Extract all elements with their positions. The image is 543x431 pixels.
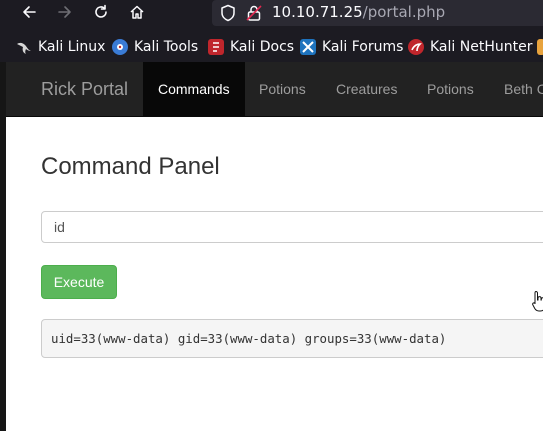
bookmark-kali-docs[interactable]: Kali Docs	[208, 37, 294, 57]
navbar-brand[interactable]: Rick Portal	[41, 79, 128, 100]
nav-item-potions-2[interactable]: Potions	[412, 62, 489, 116]
browser-toolbar: 10.10.71.25/portal.php	[0, 0, 543, 26]
bookmarks-bar: Kali Linux Kali Tools Kali Docs Kali For…	[0, 32, 543, 62]
bookmark-label: Kali NetHunter	[430, 39, 533, 55]
bookmark-kali-linux[interactable]: Kali Linux	[16, 37, 105, 57]
bookmark-kali-forums[interactable]: Kali Forums	[300, 37, 403, 57]
bookmark-overflow-icon[interactable]	[537, 37, 543, 57]
kali-nethunter-icon	[408, 39, 424, 55]
command-input[interactable]	[41, 211, 543, 243]
url-path: /portal.php	[362, 3, 446, 21]
kali-forums-icon	[300, 39, 316, 55]
nav-item-beth[interactable]: Beth C	[489, 62, 543, 116]
bookmark-label: Kali Tools	[134, 39, 199, 55]
execute-button[interactable]: Execute	[41, 265, 117, 299]
bookmark-kali-nethunter[interactable]: Kali NetHunter	[408, 37, 532, 57]
page-title: Command Panel	[41, 153, 220, 180]
hand-cursor-icon	[532, 290, 543, 316]
bookmark-label: Kali Docs	[230, 39, 295, 55]
url-bar[interactable]: 10.10.71.25/portal.php	[212, 0, 543, 26]
bookmark-label: Kali Forums	[322, 39, 404, 55]
site-navbar: Rick Portal Commands Potions Creatures P…	[6, 62, 543, 117]
bookmark-label: Kali Linux	[38, 39, 106, 55]
page-content: Rick Portal Commands Potions Creatures P…	[6, 62, 543, 431]
bookmark-kali-tools[interactable]: Kali Tools	[112, 37, 198, 57]
kali-tools-icon	[112, 39, 128, 55]
reload-icon[interactable]	[90, 2, 112, 22]
back-arrow-icon[interactable]	[18, 2, 40, 22]
command-output: uid=33(www-data) gid=33(www-data) groups…	[41, 319, 543, 358]
kali-docs-icon	[208, 39, 224, 55]
nav-item-commands[interactable]: Commands	[143, 62, 245, 116]
forward-arrow-icon[interactable]	[54, 2, 76, 22]
home-icon[interactable]	[126, 2, 148, 22]
url-host: 10.10.71.25	[272, 3, 363, 21]
nav-item-potions[interactable]: Potions	[244, 62, 321, 116]
bookmark-overflow-favicon	[537, 39, 543, 55]
kali-dragon-icon	[16, 39, 32, 55]
nav-item-creatures[interactable]: Creatures	[321, 62, 412, 116]
shield-icon[interactable]	[220, 4, 236, 26]
url-text[interactable]: 10.10.71.25/portal.php	[272, 3, 445, 21]
lock-icon[interactable]	[246, 4, 262, 26]
